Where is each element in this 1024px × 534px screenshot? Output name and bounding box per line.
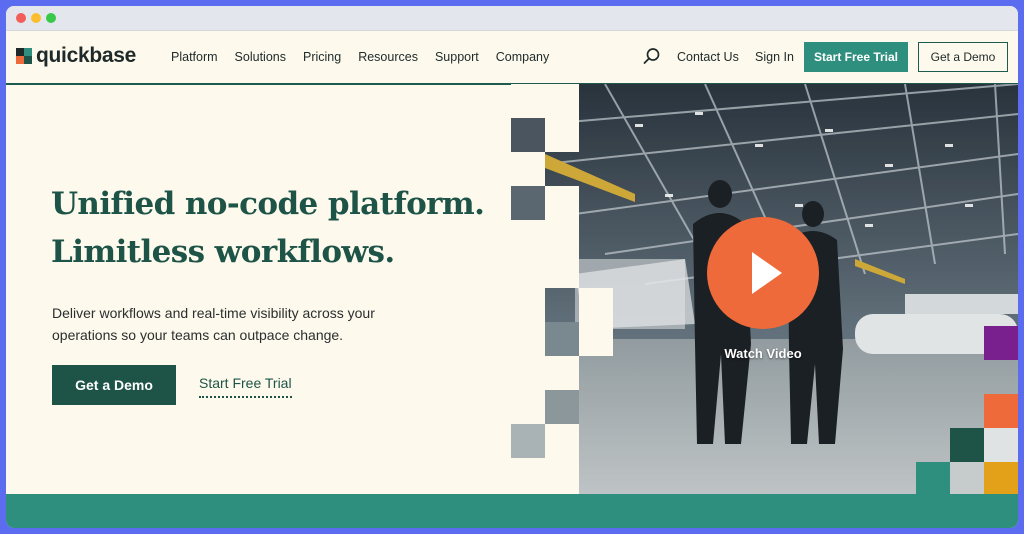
hero-subtitle: Deliver workflows and real-time visibili… [52, 305, 375, 343]
nav-platform[interactable]: Platform [171, 50, 218, 64]
accent-tile-grey [950, 462, 984, 494]
mosaic-tile [545, 322, 579, 356]
accent-tile-orange [984, 394, 1018, 428]
mosaic-tile [545, 390, 579, 424]
mosaic-tile [511, 356, 545, 390]
mosaic-tile [545, 118, 579, 152]
browser-window: quickbase Platform Solutions Pricing Res… [6, 6, 1018, 528]
top-navbar: quickbase Platform Solutions Pricing Res… [6, 31, 1018, 85]
mosaic-tile [511, 152, 545, 186]
accent-tile-gold [984, 462, 1018, 494]
mosaic-tile [579, 288, 613, 322]
mosaic-tile [545, 458, 579, 494]
accent-tile-dark-green [950, 428, 984, 462]
nav-solutions[interactable]: Solutions [235, 50, 286, 64]
mosaic-tile [545, 254, 579, 288]
start-free-trial-button[interactable]: Start Free Trial [804, 42, 908, 72]
close-window-button[interactable] [16, 13, 26, 23]
accent-tile-purple [984, 326, 1018, 360]
primary-nav: Platform Solutions Pricing Resources Sup… [171, 50, 566, 64]
nav-support[interactable]: Support [435, 50, 479, 64]
hero-title: Unified no-code platform. Limitless work… [51, 180, 511, 276]
mosaic-tile [545, 356, 579, 390]
sign-in-link[interactable]: Sign In [755, 50, 794, 64]
play-video-button[interactable] [707, 217, 819, 329]
mosaic-tile [511, 220, 545, 254]
hero-title-line-1: Unified no-code platform. [51, 186, 485, 222]
mosaic-tile [511, 288, 545, 322]
mosaic-tile [579, 322, 613, 356]
accent-tile-light [984, 428, 1018, 462]
mosaic-tile [511, 424, 545, 458]
search-icon[interactable] [643, 47, 661, 65]
watch-video-label[interactable]: Watch Video [713, 346, 813, 361]
mosaic-tile [545, 84, 579, 118]
hero-title-line-2: Limitless workflows. [51, 234, 395, 270]
mosaic-tile [511, 458, 545, 494]
hero-get-a-demo-button[interactable]: Get a Demo [52, 365, 176, 405]
get-a-demo-button[interactable]: Get a Demo [918, 42, 1008, 72]
accent-tile-teal [916, 462, 950, 494]
mosaic-tile [511, 84, 545, 118]
hero-section: Unified no-code platform. Limitless work… [6, 84, 1018, 494]
maximize-window-button[interactable] [46, 13, 56, 23]
quickbase-logo[interactable]: quickbase [16, 44, 137, 67]
minimize-window-button[interactable] [31, 13, 41, 23]
mosaic-tile [545, 424, 579, 458]
play-icon [752, 252, 782, 294]
mosaic-tile [511, 118, 545, 152]
mosaic-tile [545, 186, 579, 220]
nav-resources[interactable]: Resources [358, 50, 418, 64]
mosaic-tile [511, 322, 545, 356]
nav-pricing[interactable]: Pricing [303, 50, 341, 64]
footer-band [6, 494, 1018, 528]
mosaic-tile [545, 220, 579, 254]
mosaic-tile [511, 186, 545, 220]
contact-us-link[interactable]: Contact Us [677, 50, 739, 64]
logo-wordmark: quickbase [36, 44, 137, 67]
quickbase-logo-icon [16, 48, 32, 64]
mosaic-tile [511, 254, 545, 288]
mosaic-tile [511, 390, 545, 424]
nav-company[interactable]: Company [496, 50, 550, 64]
browser-titlebar [6, 6, 1018, 31]
hero-start-free-trial-link[interactable]: Start Free Trial [199, 375, 292, 398]
